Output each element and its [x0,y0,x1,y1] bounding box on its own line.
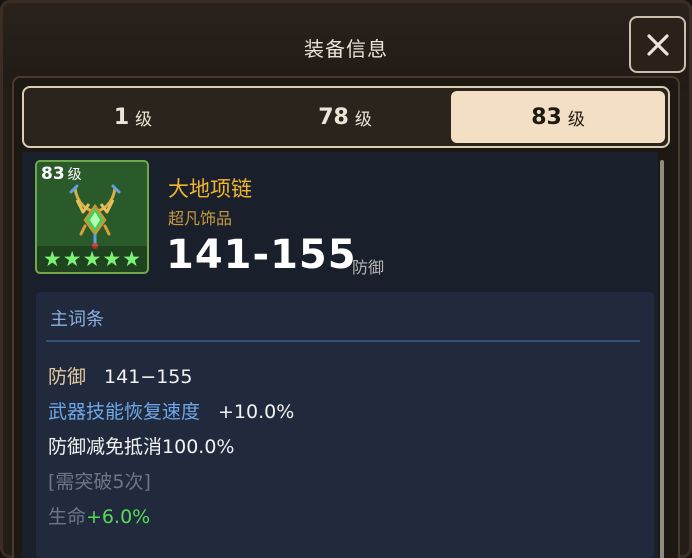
tab-level-1[interactable]: 1级 [27,91,239,143]
necklace-icon [69,184,121,249]
attribute-row-requirement: [需突破5次] [48,467,151,494]
attribute-label: 防御减免抵消 [48,436,163,458]
attribute-value: 141−155 [104,366,193,388]
tab-level-83[interactable]: 83 级 [451,91,665,143]
tab-level-78[interactable]: 78 级 [239,91,451,143]
attribute-row-hp: 生命+6.0% [48,502,150,529]
attribute-row-defense-ignore: 防御减免抵消100.0% [48,432,234,459]
item-level-badge: 83 级 [41,164,82,184]
tab-level-value: 1 [113,104,130,130]
tab-level-unit: 级 [567,109,585,130]
attribute-requirement: [需突破5次] [48,471,151,493]
close-button[interactable] [629,16,686,73]
attributes-header: 主词条 [50,309,104,330]
tab-level-unit: 级 [354,109,372,130]
attribute-row-skill-recovery: 武器技能恢复速度 +10.0% [48,397,294,424]
tab-level-unit: 级 [135,109,153,130]
window-title: 装备信息 [304,37,388,61]
attribute-label: 防御 [48,366,87,388]
main-stat-value: 141-155 [166,232,357,278]
star-icon: ★ [122,246,142,271]
attribute-value: +6.0% [86,506,151,528]
tab-level-value: 83 [531,104,562,130]
level-tabs: 1级 78 级 83 级 [22,86,670,148]
item-level-unit: 级 [67,167,82,183]
scrollbar[interactable] [660,160,664,558]
main-stat-label: 防御 [352,258,385,277]
star-rating: ★ ★ ★ ★ ★ [37,246,147,272]
attribute-value: 100.0% [162,436,235,458]
attribute-row-defense: 防御 141−155 [48,362,192,389]
close-icon [646,33,669,56]
star-icon: ★ [42,246,62,271]
item-icon-slot[interactable]: 83 级 ★ ★ ★ ★ ★ [35,160,149,274]
star-icon: ★ [62,246,82,271]
attribute-value: +10.0% [218,401,295,423]
star-icon: ★ [82,246,102,271]
star-icon: ★ [102,246,122,271]
item-name: 大地项链 [168,177,252,201]
attribute-label: 生命 [48,506,87,528]
tab-level-value: 78 [318,104,349,130]
item-type: 超凡饰品 [168,209,233,228]
divider [46,340,640,342]
item-level-value: 83 [41,164,65,184]
attribute-label: 武器技能恢复速度 [48,401,201,423]
